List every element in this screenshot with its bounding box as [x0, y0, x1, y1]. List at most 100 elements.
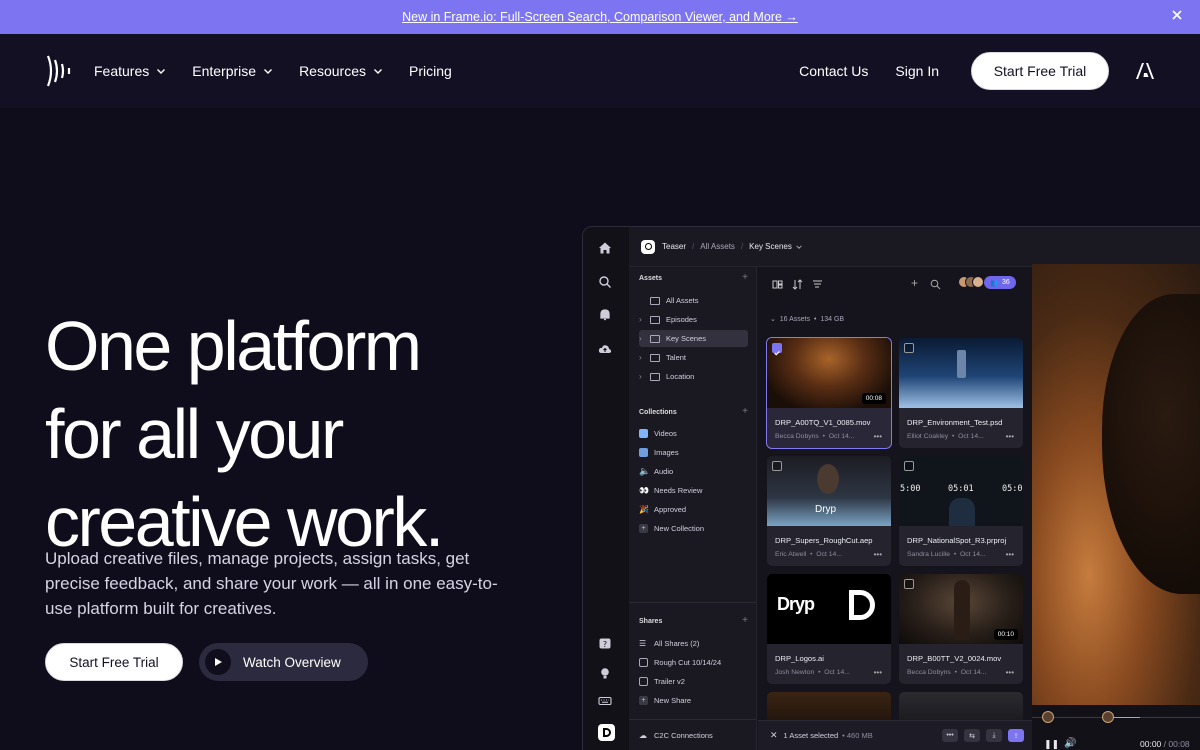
- assets-count: 16 Assets: [779, 316, 811, 323]
- sidebar-item-rough-cut[interactable]: Rough Cut 10/14/24: [639, 654, 748, 671]
- asset-card[interactable]: 5:00 05:01 05:0 DRP_NationalSpot_R3.prpr…: [899, 456, 1023, 566]
- frameio-logo-icon[interactable]: [45, 54, 75, 88]
- add-share-icon[interactable]: +: [742, 615, 748, 626]
- add-collection-icon[interactable]: +: [742, 406, 748, 417]
- sidebar-item-trailer[interactable]: Trailer v2: [639, 673, 748, 690]
- app-sidebar: Assets + All Assets › Episodes › Key Scene…: [629, 267, 757, 750]
- project-icon: [641, 239, 655, 254]
- comment-marker[interactable]: [1042, 711, 1054, 723]
- hero-start-trial-button[interactable]: Start Free Trial: [45, 643, 183, 681]
- asset-grid: + 👥 36 ⌄ 16 Assets • 134 GB 00:08 DRP_A00…: [758, 267, 1032, 750]
- members-count: 36: [1001, 279, 1010, 286]
- checkbox[interactable]: [904, 579, 914, 589]
- home-icon[interactable]: [598, 241, 612, 255]
- sidebar-item-new-collection[interactable]: + New Collection: [639, 520, 748, 537]
- bell-icon[interactable]: [598, 308, 612, 322]
- chevron-down-icon[interactable]: [795, 243, 803, 251]
- sidebar-item-audio[interactable]: 🔈 Audio: [639, 463, 748, 480]
- breadcrumb-project[interactable]: Teaser: [662, 242, 686, 251]
- more-icon[interactable]: •••: [874, 550, 882, 559]
- chevron-down-icon: [157, 69, 166, 74]
- start-free-trial-button[interactable]: Start Free Trial: [971, 52, 1109, 90]
- close-icon[interactable]: [1170, 8, 1184, 22]
- checkbox[interactable]: [772, 343, 782, 356]
- nav-pricing-label: Pricing: [408, 63, 452, 79]
- asset-card[interactable]: DRP_Environment_Test.psd Elliot Coakley …: [899, 338, 1023, 448]
- video-frame[interactable]: [1032, 264, 1200, 708]
- member-avatars[interactable]: [958, 276, 984, 288]
- sort-icon[interactable]: [792, 279, 803, 290]
- nav-pricing[interactable]: Pricing: [409, 63, 452, 79]
- sidebar-item-c2c[interactable]: ☁ C2C Connections: [639, 727, 748, 744]
- share-icon[interactable]: ⇪: [1008, 729, 1024, 742]
- sidebar-item-images[interactable]: Images: [639, 444, 748, 461]
- adobe-logo-icon[interactable]: [1135, 62, 1155, 80]
- more-icon[interactable]: •••: [874, 432, 882, 441]
- hero-cta-row: Start Free Trial Watch Overview: [45, 643, 368, 681]
- asset-card[interactable]: Dryp DRP_Supers_RoughCut.aep Eric Atwell…: [767, 456, 891, 566]
- watch-overview-button[interactable]: Watch Overview: [199, 643, 368, 681]
- sidebar-item-approved[interactable]: 🎉 Approved: [639, 501, 748, 518]
- asset-card[interactable]: 00:10 DRP_B00TT_V2_0024.mov Becca Dobyns…: [899, 574, 1023, 684]
- sidebar-item-new-share[interactable]: + New Share: [639, 692, 748, 709]
- filter-icon[interactable]: [812, 279, 823, 290]
- more-icon[interactable]: •••: [1006, 432, 1014, 441]
- pause-icon[interactable]: ❚❚: [1044, 739, 1059, 750]
- nav-features[interactable]: Features: [94, 63, 166, 79]
- sidebar-label: Location: [666, 372, 695, 381]
- download-icon[interactable]: ⤓: [986, 729, 1002, 742]
- more-icon[interactable]: •••: [1006, 550, 1014, 559]
- sidebar-item-videos[interactable]: Videos: [639, 425, 748, 442]
- assets-section-title: Assets: [639, 275, 662, 282]
- announcement-link[interactable]: New in Frame.io: Full-Screen Search, Com…: [402, 10, 798, 24]
- plus-icon: +: [639, 524, 648, 533]
- selection-bar: ✕ 1 Asset selected • 460 MB ••• ⇆ ⤓ ⇪: [758, 720, 1032, 750]
- more-icon[interactable]: •••: [1006, 668, 1014, 677]
- asset-card[interactable]: 00:08 DRP_A00TQ_V1_0085.mov Becca Dobyns…: [766, 337, 892, 449]
- assets-size: 134 GB: [820, 316, 845, 323]
- checkbox[interactable]: [904, 343, 914, 353]
- volume-icon[interactable]: 🔊: [1064, 738, 1076, 749]
- layout-icon[interactable]: [772, 279, 783, 290]
- announcement-bar: New in Frame.io: Full-Screen Search, Com…: [0, 0, 1200, 34]
- selection-label: 1 Asset selected: [783, 731, 839, 740]
- sidebar-item-needs-review[interactable]: 👀 Needs Review: [639, 482, 748, 499]
- hero-title: One platform for all your creative work.: [45, 302, 565, 566]
- nav-enterprise-label: Enterprise: [192, 63, 257, 79]
- top-nav: Features Enterprise Resources Pricing Co…: [0, 34, 1200, 108]
- sidebar-item-all-shares[interactable]: ☰ All Shares (2): [639, 635, 748, 652]
- sidebar-item-key-scenes[interactable]: › Key Scenes: [639, 330, 748, 347]
- checkbox[interactable]: [904, 461, 914, 471]
- cloud-upload-icon[interactable]: [598, 342, 612, 356]
- add-asset-folder-icon[interactable]: +: [742, 272, 748, 283]
- add-icon[interactable]: +: [911, 276, 918, 290]
- lightbulb-icon[interactable]: [598, 666, 612, 680]
- keyboard-icon[interactable]: [598, 694, 612, 708]
- contact-us-link[interactable]: Contact Us: [799, 63, 868, 79]
- more-icon[interactable]: •••: [874, 668, 882, 677]
- asset-card[interactable]: Dryp DRP_Logos.ai Josh Newton • Oct 14..…: [767, 574, 891, 684]
- nav-resources[interactable]: Resources: [299, 63, 383, 79]
- playhead-handle[interactable]: [1102, 711, 1114, 723]
- account-avatar[interactable]: [598, 724, 615, 741]
- sign-in-link[interactable]: Sign In: [895, 63, 939, 79]
- compare-icon[interactable]: ⇆: [964, 729, 980, 742]
- sidebar-item-episodes[interactable]: › Episodes: [639, 311, 748, 328]
- nav-enterprise[interactable]: Enterprise: [192, 63, 273, 79]
- members-badge[interactable]: 👥 36: [984, 276, 1016, 289]
- sidebar-item-all-assets[interactable]: All Assets: [639, 292, 748, 309]
- search-icon[interactable]: [598, 275, 612, 289]
- sidebar-item-location[interactable]: › Location: [639, 368, 748, 385]
- asset-meta: Becca Dobyns • Oct 14...: [775, 433, 855, 440]
- video-viewer: ❚❚ 🔊 00:00 / 00:08: [1032, 264, 1200, 750]
- close-icon[interactable]: ✕: [770, 730, 778, 741]
- help-icon[interactable]: ?: [598, 637, 612, 651]
- speaker-icon: 🔈: [639, 466, 651, 476]
- more-icon[interactable]: •••: [942, 729, 958, 742]
- breadcrumb-current[interactable]: Key Scenes: [749, 242, 792, 251]
- checkbox[interactable]: [772, 461, 782, 471]
- asset-name: DRP_Logos.ai: [775, 654, 824, 663]
- breadcrumb-parent[interactable]: All Assets: [700, 242, 735, 251]
- search-icon[interactable]: [930, 279, 941, 290]
- sidebar-item-talent[interactable]: › Talent: [639, 349, 748, 366]
